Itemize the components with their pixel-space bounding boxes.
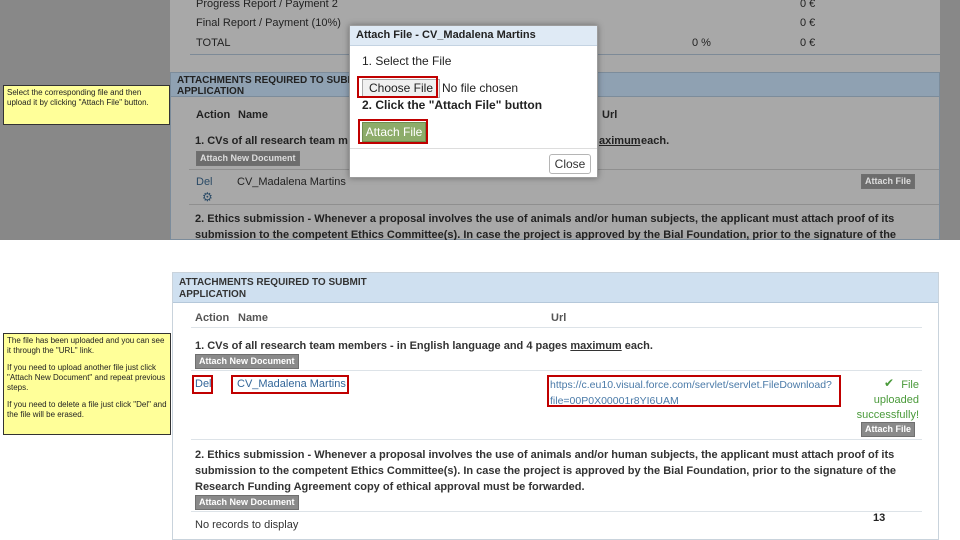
panel-title-2: APPLICATION — [179, 289, 247, 300]
attach-file-button[interactable]: Attach File — [861, 174, 916, 189]
step-1-label: 1. Select the File — [362, 54, 452, 68]
instruction-note-top: Select the corresponding file and then u… — [3, 85, 170, 125]
ethics-line-1: 2. Ethics submission - Whenever a propos… — [195, 213, 895, 225]
col-action: Action — [196, 109, 231, 121]
attach-new-document-button[interactable]: Attach New Document — [196, 151, 300, 166]
budget-row-label: Final Report / Payment (10%) — [196, 17, 341, 29]
budget-row-label: TOTAL — [196, 37, 231, 49]
highlight-file-name — [231, 375, 349, 394]
divider — [189, 204, 939, 205]
upload-status: File uploaded successfully! — [849, 378, 919, 423]
highlight-attach-file — [358, 119, 428, 144]
instruction-note-bottom: The file has been uploaded and you can s… — [3, 333, 171, 435]
panel-title: ATTACHMENTS REQUIRED TO SUBMIT — [179, 277, 367, 288]
divider — [350, 148, 597, 149]
requirement-each: each. — [624, 340, 653, 352]
panel-header: ATTACHMENTS REQUIRED TO SUBMIT APPLICATI… — [173, 273, 938, 303]
divider — [191, 511, 922, 512]
requirement-text: 1. CVs of all research team members - in… — [195, 340, 568, 352]
note-paragraph-3: If you need to delete a file just click … — [7, 400, 167, 419]
file-name: CV_Madalena Martins — [237, 176, 346, 188]
highlight-file-url — [547, 375, 841, 407]
col-name: Name — [238, 109, 268, 121]
attach-new-document-button-2[interactable]: Attach New Document — [195, 495, 299, 510]
upload-status-line-3: successfully! — [856, 409, 919, 421]
requirement-max: aximum — [599, 135, 641, 147]
highlight-del — [192, 375, 213, 394]
spacer — [0, 240, 960, 268]
ethics-line-3: Research Funding Agreement copy of ethic… — [195, 481, 585, 493]
budget-row-label: Progress Report / Payment 2 — [196, 0, 338, 10]
budget-row: Progress Report / Payment 2 0 € — [190, 0, 820, 13]
requirement-max: maximum — [570, 340, 622, 352]
budget-row-percent: 0 % — [692, 37, 711, 49]
requirement-cvs: 1. CVs of all research team m — [195, 135, 348, 147]
attach-file-dialog: Attach File - CV_Madalena Martins 1. Sel… — [349, 25, 598, 178]
divider — [191, 327, 922, 328]
gear-icon[interactable]: ⚙ — [202, 190, 213, 204]
col-action: Action — [195, 312, 230, 324]
budget-row-amount: 0 € — [800, 17, 816, 29]
upload-status-line-1: File — [901, 379, 919, 391]
requirement-cvs: 1. CVs of all research team members - in… — [195, 338, 653, 354]
budget-row-amount: 0 € — [800, 0, 816, 10]
no-file-chosen: No file chosen — [442, 81, 519, 95]
divider — [191, 439, 922, 440]
no-records-text: No records to display — [195, 519, 299, 531]
ethics-line-1: 2. Ethics submission - Whenever a propos… — [195, 449, 895, 461]
close-button[interactable]: Close — [549, 154, 591, 174]
requirement-each: each. — [641, 135, 670, 147]
budget-row-amount: 0 € — [800, 37, 816, 49]
upload-status-line-2: uploaded — [873, 394, 919, 406]
note-paragraph-2: If you need to upload another file just … — [7, 363, 166, 392]
del-link[interactable]: Del — [196, 176, 213, 188]
attach-new-document-button[interactable]: Attach New Document — [195, 354, 299, 369]
page-number: 13 — [873, 512, 886, 524]
dialog-title: Attach File - CV_Madalena Martins — [350, 26, 597, 46]
note-paragraph-1: The file has been uploaded and you can s… — [7, 336, 165, 355]
ethics-line-2: submission to the competent Ethics Commi… — [195, 465, 897, 477]
attach-file-button[interactable]: Attach File — [861, 422, 916, 437]
highlight-choose-file — [357, 76, 438, 98]
step-2-label: 2. Click the "Attach File" button — [362, 98, 543, 112]
col-name: Name — [238, 312, 268, 324]
col-url: Url — [551, 312, 567, 324]
col-url: Url — [602, 109, 618, 121]
divider — [191, 370, 922, 371]
